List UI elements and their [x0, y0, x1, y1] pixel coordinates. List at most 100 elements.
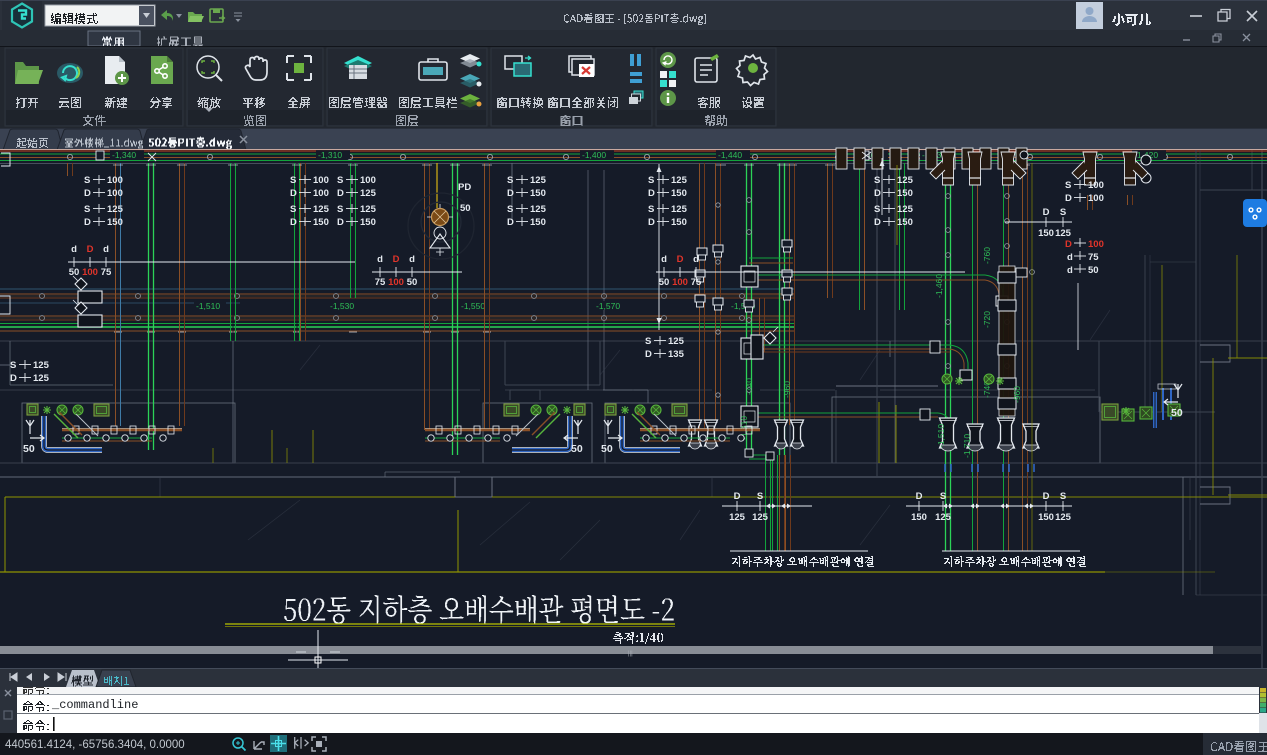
svg-text:125: 125 [33, 360, 50, 371]
svg-text:S: S [940, 491, 946, 502]
svg-text:-1,570: -1,570 [596, 301, 620, 311]
svg-text:100: 100 [313, 188, 329, 199]
svg-text:D: D [648, 188, 655, 199]
svg-text:150: 150 [671, 188, 687, 199]
svg-text:D: D [645, 349, 652, 360]
svg-text:135: 135 [668, 349, 685, 360]
svg-text:-1,400: -1,400 [582, 150, 606, 160]
svg-text:_commandline: _commandline [51, 698, 138, 712]
svg-text:150: 150 [313, 217, 329, 228]
svg-text:-720: -720 [982, 311, 992, 328]
svg-text:-1,710: -1,710 [962, 434, 972, 458]
svg-text:d: d [1067, 252, 1073, 263]
svg-text:50: 50 [407, 277, 418, 288]
svg-text:S: S [10, 360, 16, 371]
svg-text:50: 50 [69, 267, 80, 278]
svg-text:S: S [84, 204, 90, 215]
svg-text:-760: -760 [982, 247, 992, 264]
svg-text:125: 125 [1055, 228, 1072, 239]
svg-text:D: D [1065, 193, 1072, 204]
svg-text:D: D [1043, 207, 1050, 218]
svg-text:D: D [393, 254, 400, 265]
svg-text:50: 50 [23, 443, 35, 455]
svg-text:S: S [645, 336, 651, 347]
svg-text:100: 100 [360, 175, 376, 186]
svg-text:100: 100 [1088, 239, 1104, 250]
svg-text:100: 100 [388, 277, 404, 288]
svg-text:125: 125 [671, 175, 688, 186]
svg-text:S: S [290, 204, 296, 215]
svg-text:PD: PD [458, 182, 471, 193]
svg-text:-960: -960 [1012, 386, 1022, 403]
svg-text:-740: -740 [744, 378, 754, 395]
svg-text:-1,530: -1,530 [330, 301, 354, 311]
svg-text:S: S [648, 175, 654, 186]
svg-text:D: D [874, 188, 881, 199]
svg-text:150: 150 [897, 188, 913, 199]
svg-text:D: D [734, 491, 741, 502]
svg-text:D: D [337, 188, 344, 199]
svg-text:75: 75 [101, 267, 112, 278]
svg-text:100: 100 [672, 277, 688, 288]
svg-text:S: S [1065, 180, 1071, 191]
svg-text:100: 100 [107, 175, 123, 186]
svg-text:125: 125 [530, 175, 547, 186]
svg-text:125: 125 [897, 204, 914, 215]
svg-text:S: S [337, 204, 343, 215]
svg-text:100: 100 [313, 175, 329, 186]
svg-text:d: d [693, 254, 699, 265]
svg-text:440561.4124, -65756.3404, 0.00: 440561.4124, -65756.3404, 0.0000 [5, 739, 185, 751]
svg-text:S: S [648, 204, 654, 215]
svg-text:S: S [337, 175, 343, 186]
svg-text:150: 150 [1038, 512, 1054, 523]
svg-text:d: d [1067, 265, 1073, 276]
svg-text:75: 75 [1088, 252, 1099, 263]
svg-text:S: S [507, 175, 513, 186]
svg-text:125: 125 [1055, 512, 1072, 523]
svg-text:125: 125 [729, 512, 746, 523]
svg-text:75: 75 [375, 277, 386, 288]
svg-text:S: S [1060, 491, 1066, 502]
svg-text:D: D [874, 217, 881, 228]
svg-text:100: 100 [82, 267, 98, 278]
svg-text:S: S [507, 204, 513, 215]
svg-text:|||: ||| [628, 651, 633, 657]
svg-text:125: 125 [935, 512, 952, 523]
svg-text:-1,510: -1,510 [936, 424, 946, 448]
svg-text:125: 125 [897, 175, 914, 186]
svg-text:d: d [103, 244, 109, 255]
svg-text:150: 150 [530, 217, 546, 228]
svg-text:-1,550: -1,550 [461, 301, 485, 311]
svg-text:150: 150 [897, 217, 913, 228]
svg-text:d: d [377, 254, 383, 265]
svg-text:D: D [677, 254, 684, 265]
svg-text:D: D [1065, 239, 1072, 250]
svg-text:d: d [409, 254, 415, 265]
svg-text:-1,340: -1,340 [112, 150, 136, 160]
svg-text:S: S [757, 491, 763, 502]
svg-text:D: D [10, 373, 17, 384]
svg-text:D: D [648, 217, 655, 228]
svg-text:S: S [874, 175, 880, 186]
svg-text:75: 75 [691, 277, 702, 288]
svg-text:d: d [661, 254, 667, 265]
svg-text:125: 125 [360, 204, 377, 215]
svg-text:150: 150 [911, 512, 927, 523]
svg-text:100: 100 [1088, 180, 1104, 191]
svg-text:125: 125 [313, 204, 330, 215]
svg-text:D: D [87, 244, 94, 255]
svg-text:S: S [874, 204, 880, 215]
svg-text:-1,440: -1,440 [718, 150, 742, 160]
svg-text:-1,310: -1,310 [318, 150, 342, 160]
svg-text:D: D [507, 188, 514, 199]
svg-text:50: 50 [571, 443, 583, 455]
svg-text:D: D [507, 217, 514, 228]
svg-text:125: 125 [752, 512, 769, 523]
svg-text:50: 50 [460, 203, 471, 214]
svg-text:100: 100 [107, 188, 123, 199]
svg-text:-960: -960 [782, 381, 792, 398]
svg-text:D: D [84, 188, 91, 199]
svg-text:S: S [84, 175, 90, 186]
svg-text:150: 150 [671, 217, 687, 228]
svg-text:125: 125 [530, 204, 547, 215]
